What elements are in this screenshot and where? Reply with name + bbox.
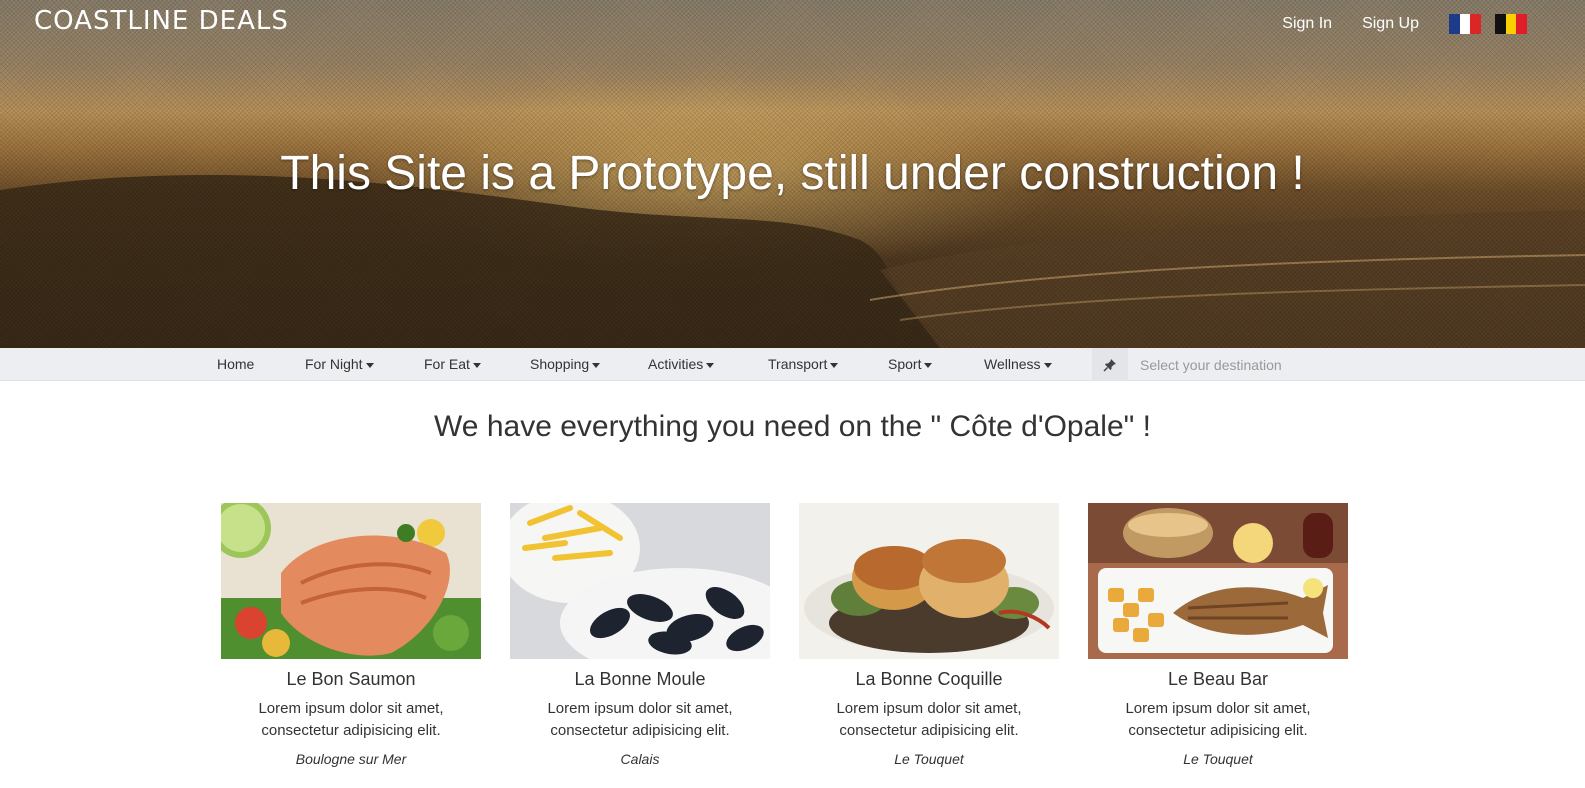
caret-down-icon <box>924 362 933 368</box>
nav-item-label: Home <box>217 356 255 372</box>
restaurant-description: Lorem ipsum dolor sit amet, consectetur … <box>547 700 733 739</box>
nav-item-label: Transport <box>768 356 828 372</box>
pin-icon <box>1092 348 1128 381</box>
nav-item-label: For Eat <box>424 356 470 372</box>
top-navigation: Sign In Sign Up <box>1252 14 1528 34</box>
scallops-dish-image <box>799 503 1059 659</box>
nav-item-for-night[interactable]: For Night <box>305 348 374 381</box>
grilled-fish-dish-image <box>1088 503 1348 659</box>
nav-item-home[interactable]: Home <box>217 348 254 381</box>
belgium-flag-icon[interactable] <box>1495 14 1528 34</box>
nav-item-for-eat[interactable]: For Eat <box>424 348 481 381</box>
sign-up-link[interactable]: Sign Up <box>1362 15 1419 33</box>
site-logo[interactable]: COASTLINE DEALS <box>34 6 289 36</box>
restaurant-name[interactable]: Le Beau Bar <box>1088 669 1348 690</box>
destination-search-input[interactable] <box>1128 348 1388 381</box>
sign-in-link[interactable]: Sign In <box>1282 15 1332 33</box>
caret-down-icon <box>472 362 481 368</box>
nav-item-label: Activities <box>648 356 704 372</box>
nav-item-label: Wellness <box>984 356 1041 372</box>
nav-item-label: Shopping <box>530 356 590 372</box>
restaurant-name[interactable]: La Bonne Moule <box>510 669 770 690</box>
caret-down-icon <box>592 362 601 368</box>
nav-item-transport[interactable]: Transport <box>768 348 839 381</box>
language-flags <box>1435 14 1528 34</box>
restaurant-card[interactable]: Le Bon Saumon Lorem ipsum dolor sit amet… <box>221 503 481 767</box>
france-flag-icon[interactable] <box>1449 14 1482 34</box>
nav-item-activities[interactable]: Activities <box>648 348 715 381</box>
salmon-dish-image <box>221 503 481 659</box>
restaurant-city: Le Touquet <box>1183 751 1253 767</box>
restaurant-description: Lorem ipsum dolor sit amet, consectetur … <box>258 700 444 739</box>
restaurant-city: Le Touquet <box>894 751 964 767</box>
restaurant-city: Boulogne sur Mer <box>295 751 407 767</box>
nav-item-label: For Night <box>305 356 363 372</box>
nav-item-label: Sport <box>888 356 922 372</box>
restaurant-city: Calais <box>620 751 660 767</box>
caret-down-icon <box>830 362 839 368</box>
nav-item-sport[interactable]: Sport <box>888 348 933 381</box>
mussels-and-fries-image <box>510 503 770 659</box>
nav-item-shopping[interactable]: Shopping <box>530 348 601 381</box>
restaurant-name[interactable]: Le Bon Saumon <box>221 669 481 690</box>
caret-down-icon <box>706 362 715 368</box>
restaurant-card[interactable]: La Bonne Coquille Lorem ipsum dolor sit … <box>799 503 1059 767</box>
caret-down-icon <box>1043 362 1052 368</box>
hero-banner: COASTLINE DEALS Sign In Sign Up This Sit… <box>0 0 1585 348</box>
restaurant-description: Lorem ipsum dolor sit amet, consectetur … <box>1125 700 1311 739</box>
nav-item-wellness[interactable]: Wellness <box>984 348 1052 381</box>
caret-down-icon <box>365 362 374 368</box>
category-navbar: Home For Night For Eat Shopping Activiti… <box>0 348 1585 381</box>
hero-title: This Site is a Prototype, still under co… <box>280 147 1305 200</box>
restaurant-name[interactable]: La Bonne Coquille <box>799 669 1059 690</box>
restaurant-card[interactable]: Le Beau Bar Lorem ipsum dolor sit amet, … <box>1088 503 1348 767</box>
section-headline: We have everything you need on the " Côt… <box>434 410 1151 443</box>
restaurant-description: Lorem ipsum dolor sit amet, consectetur … <box>836 700 1022 739</box>
restaurant-card[interactable]: La Bonne Moule Lorem ipsum dolor sit ame… <box>510 503 770 767</box>
